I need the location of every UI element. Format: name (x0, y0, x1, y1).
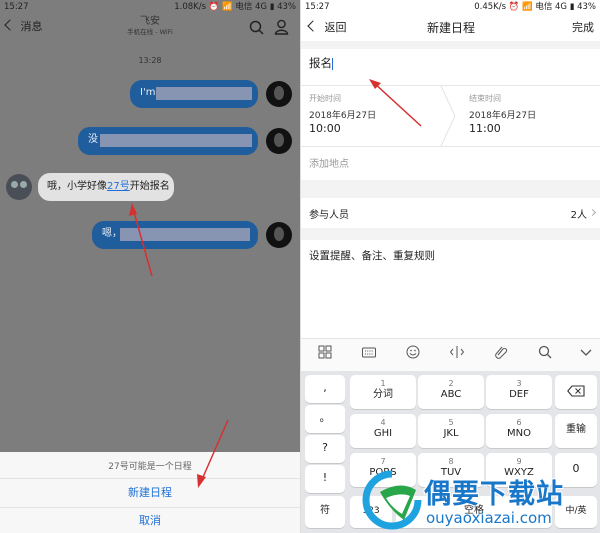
key-letters: ABC (440, 389, 462, 400)
key-question[interactable]: ? (305, 435, 345, 463)
backspace-icon (567, 385, 585, 397)
clipboard-icon[interactable] (494, 345, 508, 359)
key-number: 8 (448, 457, 454, 466)
brand-name: 偶要下载站 (424, 479, 564, 510)
key-number: 6 (516, 418, 522, 427)
grid-menu-icon[interactable] (318, 345, 332, 359)
reenter-key[interactable]: 重输 (555, 414, 597, 448)
chat-screen: 15:27 1.08K/s ⏰ 📶 电信 4G ▮ 43% 消息 飞安 手机在线… (0, 0, 300, 533)
brand-url: ouyaoxiazai.com (426, 509, 552, 527)
keyboard-icon[interactable] (362, 345, 376, 359)
brand-logo (362, 470, 422, 530)
key-letters: 分词 (373, 389, 393, 400)
key-number: 5 (448, 418, 454, 427)
search-icon[interactable] (538, 345, 552, 359)
key-2[interactable]: 2 ABC (418, 375, 484, 409)
key-letters: DEF (509, 389, 529, 400)
key-comma[interactable]: , (305, 375, 345, 403)
key-1[interactable]: 1 分词 (350, 375, 416, 409)
collapse-keyboard-icon[interactable] (579, 345, 593, 359)
key-letters: JKL (443, 428, 459, 439)
key-letters: GHI (373, 428, 393, 439)
key-5[interactable]: 5 JKL (418, 414, 484, 448)
key-number: 4 (380, 418, 386, 427)
key-6[interactable]: 6 MNO (486, 414, 552, 448)
cursor-move-icon[interactable] (450, 345, 464, 359)
emoji-icon[interactable] (406, 345, 420, 359)
key-number: 2 (448, 379, 454, 388)
key-4[interactable]: 4 GHI (350, 414, 416, 448)
annotation-arrows (129, 203, 229, 488)
key-number: 9 (516, 457, 522, 466)
watermark: 偶要下载站 ouyaoxiazai.com (360, 468, 600, 533)
new-event-screen: 15:27 0.45K/s ⏰ 📶 电信 4G ▮ 43% 返回 新建日程 完成… (300, 0, 600, 533)
key-exclaim[interactable]: ! (305, 465, 345, 493)
key-letters: MNO (507, 428, 531, 439)
key-3[interactable]: 3 DEF (486, 375, 552, 409)
symbol-key[interactable]: 符 (305, 496, 345, 528)
backspace-key[interactable] (555, 375, 597, 409)
annotation-arrow (369, 79, 422, 127)
key-period[interactable]: 。 (305, 405, 345, 433)
key-number: 1 (380, 379, 386, 388)
key-number: 7 (380, 457, 386, 466)
key-number: 3 (516, 379, 522, 388)
